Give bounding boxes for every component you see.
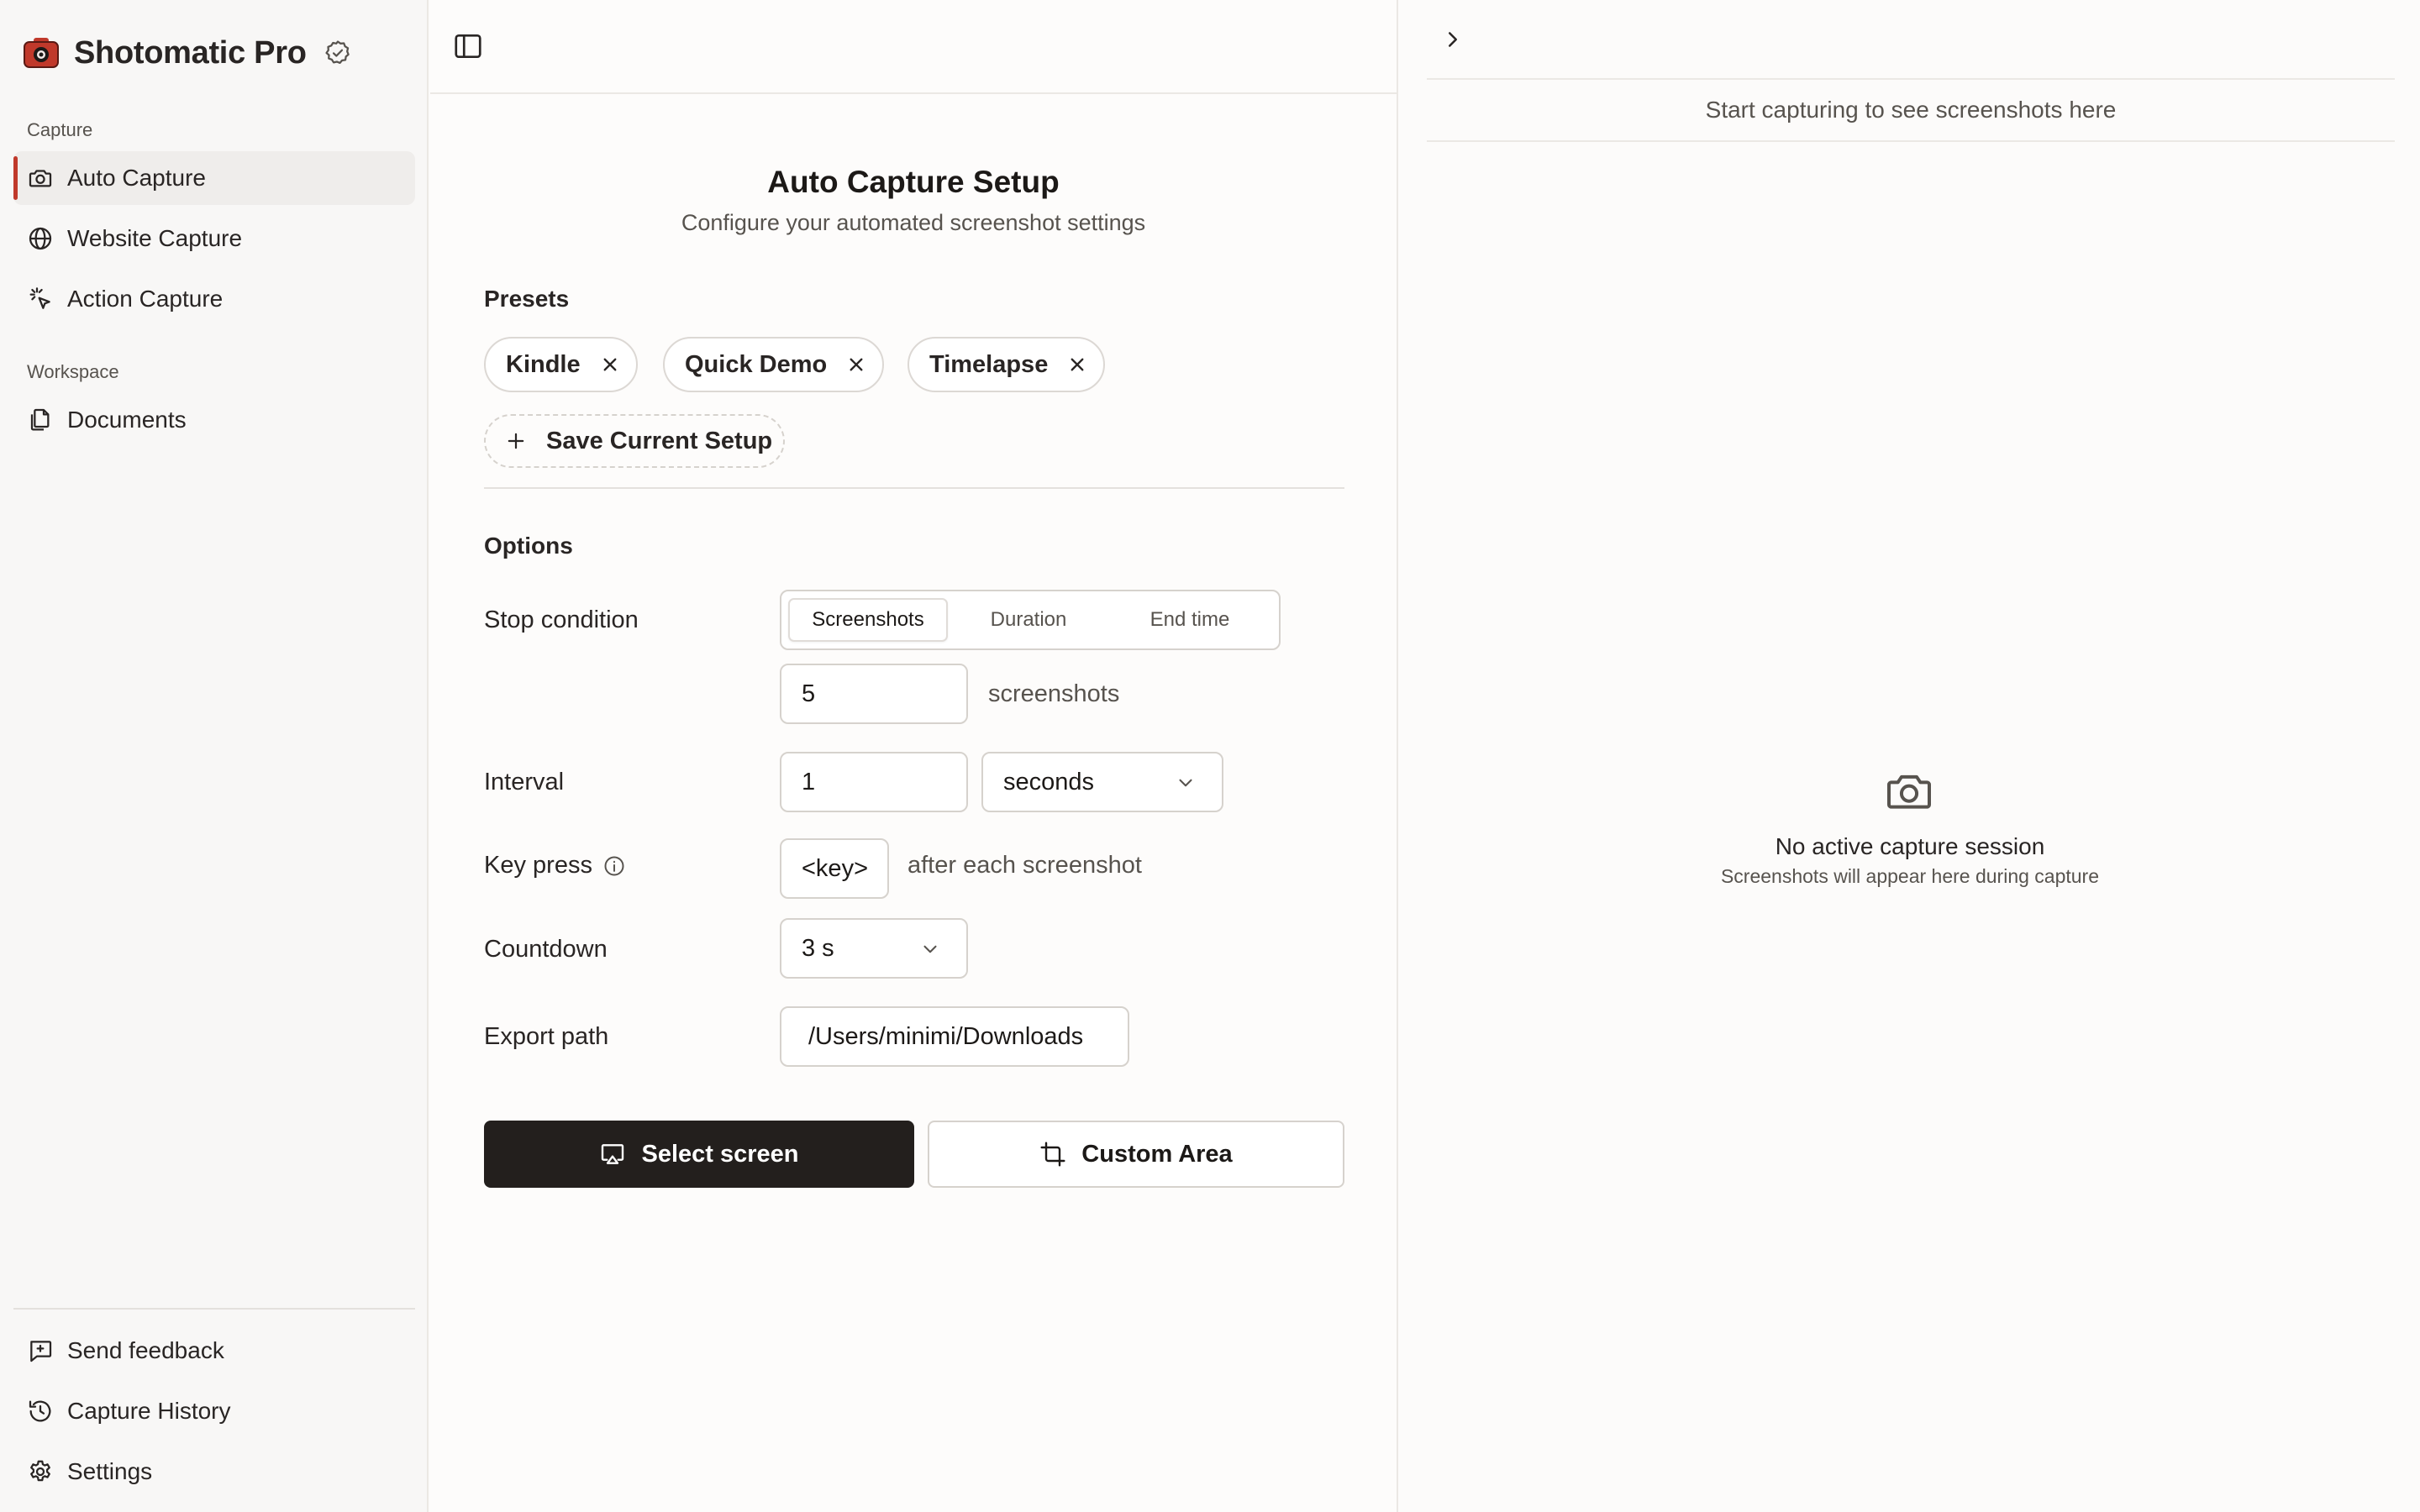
sidebar-item-label: Documents bbox=[67, 407, 187, 433]
preview-hint-text: Start capturing to see screenshots here bbox=[1705, 97, 2117, 123]
key-press-text: Key press bbox=[484, 852, 592, 879]
sidebar-item-website-capture[interactable]: Website Capture bbox=[13, 212, 415, 265]
capture-section-label: Capture bbox=[27, 119, 93, 140]
preset-chip-kindle[interactable]: Kindle bbox=[484, 337, 638, 392]
stop-condition-text: Stop condition bbox=[484, 606, 639, 633]
preset-label: Timelapse bbox=[929, 350, 1049, 378]
brand: Shotomatic Pro bbox=[22, 32, 352, 74]
preset-label: Quick Demo bbox=[685, 350, 828, 378]
chevron-down-icon bbox=[1179, 779, 1192, 787]
close-icon[interactable] bbox=[1065, 352, 1090, 377]
interval-unit-select[interactable]: seconds bbox=[981, 752, 1223, 812]
section-divider bbox=[484, 487, 1344, 489]
preview-hint-bar: Start capturing to see screenshots here bbox=[1427, 78, 2395, 142]
key-press-input[interactable]: <key> bbox=[780, 838, 889, 899]
stop-option-duration[interactable]: Duration bbox=[948, 598, 1109, 642]
info-icon[interactable] bbox=[602, 854, 626, 878]
page-title: Auto Capture Setup bbox=[767, 165, 1060, 199]
feedback-icon bbox=[30, 1341, 52, 1362]
select-screen-label: Select screen bbox=[641, 1140, 799, 1168]
sidebar-item-auto-capture[interactable]: Auto Capture bbox=[13, 151, 415, 205]
key-press-label: Key press bbox=[484, 852, 626, 879]
export-path-value: /Users/minimi/Downloads bbox=[808, 1022, 1084, 1050]
app-name: Shotomatic Pro bbox=[74, 34, 307, 71]
presets-title: Presets bbox=[484, 286, 570, 312]
preset-label: Kindle bbox=[506, 350, 581, 378]
select-screen-button[interactable]: Select screen bbox=[484, 1121, 914, 1188]
sidebar-item-action-capture[interactable]: Action Capture bbox=[13, 272, 415, 326]
key-press-suffix: after each screenshot bbox=[908, 852, 1142, 879]
camera-icon bbox=[29, 170, 52, 187]
custom-area-button[interactable]: Custom Area bbox=[928, 1121, 1344, 1188]
sidebar-divider bbox=[13, 1308, 415, 1310]
stop-condition-segmented-control: Screenshots Duration End time bbox=[780, 590, 1281, 650]
sidebar-item-label: Auto Capture bbox=[67, 165, 206, 191]
sidebar-item-capture-history[interactable]: Capture History bbox=[13, 1384, 415, 1438]
sidebar-item-label: Action Capture bbox=[67, 286, 224, 312]
sidebar-item-label: Settings bbox=[67, 1458, 153, 1484]
pointer-click-icon bbox=[29, 287, 50, 309]
close-icon[interactable] bbox=[597, 352, 623, 377]
countdown-label: Countdown bbox=[484, 936, 608, 963]
countdown-value: 3 s bbox=[802, 934, 834, 962]
stop-option-screenshots[interactable]: Screenshots bbox=[788, 598, 948, 642]
export-path-text: Export path bbox=[484, 1023, 609, 1050]
countdown-text: Countdown bbox=[484, 936, 608, 963]
verified-badge-icon[interactable] bbox=[324, 39, 352, 67]
screen-cast-icon bbox=[602, 1144, 624, 1164]
save-current-setup-button[interactable]: Save Current Setup bbox=[484, 414, 785, 468]
interval-text: Interval bbox=[484, 769, 565, 795]
sidebar-item-settings[interactable]: Settings bbox=[13, 1445, 415, 1499]
history-icon bbox=[29, 1400, 51, 1422]
sidebar-item-send-feedback[interactable]: Send feedback bbox=[13, 1324, 415, 1378]
interval-label: Interval bbox=[484, 769, 564, 796]
camera-icon bbox=[1887, 774, 1931, 809]
interval-value: 1 bbox=[802, 768, 816, 795]
stop-condition-label: Stop condition bbox=[484, 606, 639, 634]
camera-logo-icon bbox=[24, 38, 59, 68]
sidebar-item-documents[interactable]: Documents bbox=[13, 393, 415, 447]
options-title: Options bbox=[484, 533, 573, 559]
sidebar-toggle-icon[interactable] bbox=[452, 30, 484, 62]
page-subtitle: Configure your automated screenshot sett… bbox=[681, 210, 1146, 235]
setup-panel: Auto Capture Setup Configure your automa… bbox=[430, 94, 1397, 1512]
stop-option-end-time[interactable]: End time bbox=[1109, 598, 1270, 642]
empty-state-subtitle: Screenshots will appear here during capt… bbox=[1720, 865, 2100, 887]
sidebar-item-label: Website Capture bbox=[67, 225, 243, 251]
plus-icon bbox=[508, 433, 524, 449]
chevron-right-icon[interactable] bbox=[1440, 27, 1465, 52]
screenshot-count-value: 5 bbox=[802, 680, 816, 707]
crop-icon bbox=[1040, 1142, 1065, 1167]
key-press-value: <key> bbox=[802, 854, 868, 882]
empty-state-title: No active capture session bbox=[1775, 833, 2045, 859]
save-setup-label: Save Current Setup bbox=[546, 427, 773, 454]
preview-panel: Start capturing to see screenshots here … bbox=[1397, 0, 2420, 1512]
gear-icon bbox=[30, 1460, 50, 1482]
sidebar-item-label: Capture History bbox=[67, 1398, 231, 1424]
workspace-section-label: Workspace bbox=[27, 361, 119, 382]
documents-icon bbox=[30, 408, 50, 431]
sidebar: Shotomatic Pro Capture Auto Capture Webs… bbox=[0, 0, 429, 1512]
chevron-down-icon bbox=[923, 945, 937, 953]
screenshot-count-input[interactable]: 5 bbox=[780, 664, 968, 724]
screenshot-count-unit: screenshots bbox=[988, 680, 1120, 707]
interval-input[interactable]: 1 bbox=[780, 752, 968, 812]
sidebar-item-label: Send feedback bbox=[67, 1337, 224, 1363]
export-path-label: Export path bbox=[484, 1023, 608, 1051]
globe-icon bbox=[29, 227, 52, 250]
countdown-select[interactable]: 3 s bbox=[780, 918, 968, 979]
main-header bbox=[430, 0, 1397, 94]
interval-unit-value: seconds bbox=[1003, 768, 1095, 795]
preset-chip-quick-demo[interactable]: Quick Demo bbox=[663, 337, 885, 392]
export-path-field[interactable]: /Users/minimi/Downloads bbox=[780, 1006, 1129, 1067]
custom-area-label: Custom Area bbox=[1081, 1140, 1233, 1168]
close-icon[interactable] bbox=[844, 352, 869, 377]
preset-chip-timelapse[interactable]: Timelapse bbox=[908, 337, 1106, 392]
